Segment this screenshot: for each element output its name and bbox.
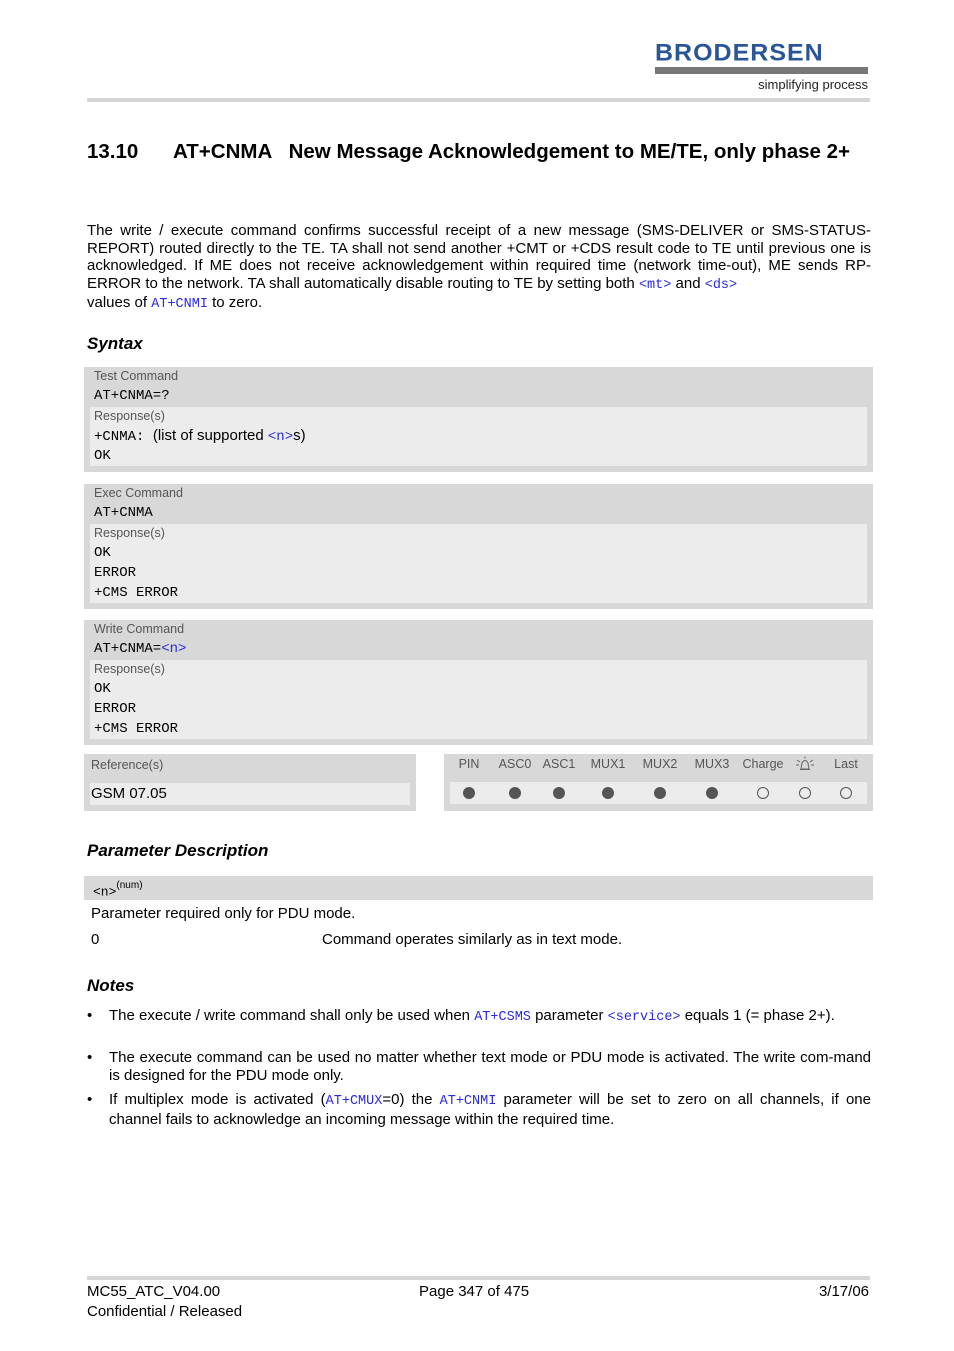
col-mux3: MUX3 xyxy=(694,757,730,771)
link-at-cnmi[interactable]: AT+CNMI xyxy=(440,1094,497,1109)
test-response-box: Response(s) +CNMA: (list of supported <n… xyxy=(90,407,867,466)
test-command: AT+CNMA=? xyxy=(94,388,170,404)
note-item: • If multiplex mode is activated (AT+CMU… xyxy=(87,1091,871,1128)
logo-wordmark: BRODERSEN xyxy=(655,39,824,67)
availability-dot-mux2 xyxy=(654,787,666,799)
response-label: Response(s) xyxy=(94,526,165,540)
parameter-description-heading: Parameter Description xyxy=(87,841,269,860)
availability-dot-charge xyxy=(757,787,769,799)
exec-command-block: Exec Command AT+CNMA Response(s) OK ERRO… xyxy=(84,484,873,609)
write-command: AT+CNMA=<n> xyxy=(94,641,187,657)
test-command-block: Test Command AT+CNMA=? Response(s) +CNMA… xyxy=(84,367,873,472)
link-service[interactable]: <service> xyxy=(608,1010,681,1025)
availability-values xyxy=(450,782,867,804)
availability-dot-asc1 xyxy=(553,787,565,799)
brodersen-logo: BRODERSEN simplifying process xyxy=(655,40,868,92)
link-at-cmux[interactable]: AT+CMUX xyxy=(326,1094,383,1109)
col-charge: Charge xyxy=(742,757,784,771)
parameter-description: Parameter required only for PDU mode. xyxy=(91,905,356,922)
bullet: • xyxy=(87,1091,93,1108)
exec-response-box: Response(s) OK ERROR +CMS ERROR xyxy=(90,524,867,603)
syntax-heading: Syntax xyxy=(87,334,143,353)
availability-dot-pin xyxy=(463,787,475,799)
parameter-value: 0 xyxy=(91,931,100,948)
response-line: +CMS ERROR xyxy=(94,721,179,737)
intro-paragraph: The write / execute command confirms suc… xyxy=(87,222,871,312)
col-mux1: MUX1 xyxy=(590,757,626,771)
link-mt[interactable]: <mt> xyxy=(639,278,671,293)
footer-divider xyxy=(87,1276,870,1280)
col-pin: PIN xyxy=(458,757,480,771)
col-last: Last xyxy=(834,757,858,771)
note-item: • The execute command can be used no mat… xyxy=(87,1049,871,1084)
col-asc1: ASC1 xyxy=(542,757,576,771)
availability-dot-alarm xyxy=(799,787,811,799)
availability-table: PIN ASC0 ASC1 MUX1 MUX2 MUX3 Charge Last xyxy=(444,754,873,811)
bullet: • xyxy=(87,1049,93,1066)
write-response-box: Response(s) OK ERROR +CMS ERROR xyxy=(90,660,867,739)
response-line: ERROR xyxy=(94,701,137,717)
footer-page: Page 347 of 475 xyxy=(419,1283,530,1300)
reference-value: GSM 07.05 xyxy=(90,783,410,805)
alarm-icon xyxy=(795,756,815,775)
parameter-header: <n>(num) xyxy=(84,876,873,900)
write-command-block: Write Command AT+CNMA=<n> Response(s) OK… xyxy=(84,620,873,745)
response-label: Response(s) xyxy=(94,662,165,676)
response-line: OK xyxy=(94,448,111,464)
response-line: +CMS ERROR xyxy=(94,585,179,601)
availability-header: PIN ASC0 ASC1 MUX1 MUX2 MUX3 Charge Last xyxy=(444,756,873,775)
exec-command-label: Exec Command xyxy=(94,486,183,500)
parameter-value-meaning: Command operates similarly as in text mo… xyxy=(322,931,623,948)
availability-dot-last xyxy=(840,787,852,799)
availability-dot-mux3 xyxy=(706,787,718,799)
footer-doc-id: MC55_ATC_V04.00 xyxy=(87,1283,221,1300)
notes-heading: Notes xyxy=(87,976,135,995)
response-line: +CNMA: (list of supported <n>s) xyxy=(94,427,306,445)
link-n[interactable]: <n> xyxy=(268,429,293,445)
parameter-type: (num) xyxy=(116,880,143,891)
response-label: Response(s) xyxy=(94,409,165,423)
availability-dot-asc0 xyxy=(509,787,521,799)
col-mux2: MUX2 xyxy=(642,757,678,771)
exec-command: AT+CNMA xyxy=(94,505,153,521)
reference-label: Reference(s) xyxy=(91,758,164,772)
logo-tagline: simplifying process xyxy=(758,77,868,92)
logo-bar xyxy=(655,67,868,74)
header-divider xyxy=(87,98,870,102)
link-ds[interactable]: <ds> xyxy=(705,278,737,293)
note-item: • The execute / write command shall only… xyxy=(87,1007,835,1025)
response-line: OK xyxy=(94,545,111,561)
response-line: OK xyxy=(94,681,111,697)
link-at-csms[interactable]: AT+CSMS xyxy=(474,1010,531,1025)
test-command-label: Test Command xyxy=(94,369,179,383)
footer-date: 3/17/06 xyxy=(818,1283,869,1300)
reference-box: Reference(s) GSM 07.05 xyxy=(84,754,416,811)
footer-status: Confidential / Released xyxy=(87,1303,243,1320)
response-line: ERROR xyxy=(94,565,137,581)
section-number: 13.10 xyxy=(87,140,139,163)
section-heading: AT+CNMA New Message Acknowledgement to M… xyxy=(173,140,851,163)
parameter-name: <n>(num) xyxy=(93,880,143,900)
write-command-label: Write Command xyxy=(94,622,185,636)
link-at-cnmi[interactable]: AT+CNMI xyxy=(151,297,208,312)
availability-dot-mux1 xyxy=(602,787,614,799)
col-asc0: ASC0 xyxy=(498,757,532,771)
bullet: • xyxy=(87,1007,93,1024)
link-n[interactable]: <n> xyxy=(161,641,186,657)
